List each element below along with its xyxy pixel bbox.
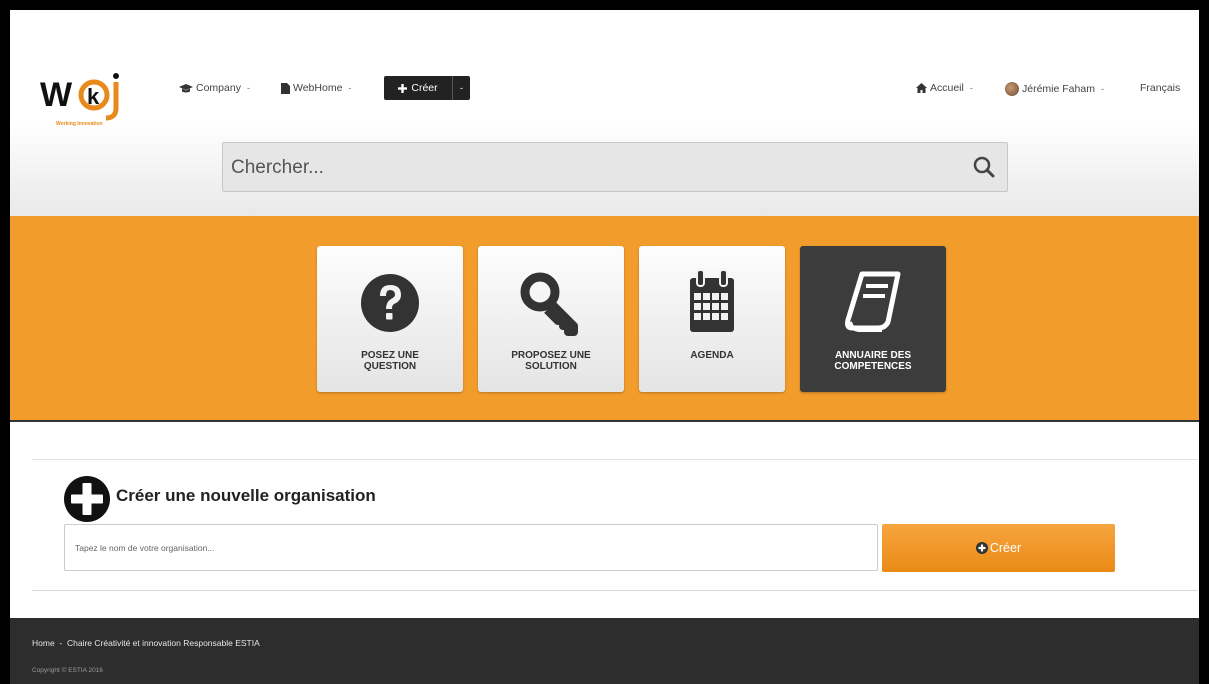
plus-circle-icon — [64, 476, 110, 522]
search-icon[interactable] — [973, 156, 995, 178]
avatar — [1005, 82, 1019, 96]
breadcrumb: Home - Chaire Créativité et innovation R… — [32, 638, 260, 648]
nav-user-label: Jérémie Faham — [1022, 83, 1095, 95]
tile-agenda[interactable]: AGENDA — [639, 246, 785, 392]
tile-skills-directory[interactable]: ANNUAIRE DES COMPETENCES — [800, 246, 946, 392]
tile-skills-directory-label: ANNUAIRE DES COMPETENCES — [834, 350, 912, 372]
search-input[interactable] — [231, 153, 931, 183]
search-box — [222, 142, 1008, 192]
create-button-label: Créer — [411, 82, 438, 94]
create-organisation-label: Créer — [989, 541, 1022, 555]
create-dropdown-toggle[interactable]: - — [452, 76, 470, 100]
file-icon — [281, 82, 290, 94]
plus-icon — [398, 83, 408, 93]
header: W k Working Innovation Company - WebHome… — [10, 10, 1199, 216]
caret-down-icon: - — [1100, 84, 1104, 94]
tile-agenda-label: AGENDA — [690, 350, 734, 361]
plus-circle-icon — [975, 542, 988, 554]
svg-text:W: W — [40, 76, 73, 114]
nav-language-label: Français — [1140, 82, 1181, 94]
book-icon — [845, 271, 901, 332]
graduation-cap-icon — [179, 83, 193, 92]
organisation-name-input[interactable] — [64, 524, 878, 571]
create-dropdown-button[interactable]: Créer - — [384, 76, 470, 100]
tile-propose-solution[interactable]: PROPOSEZ UNE SOLUTION — [478, 246, 624, 392]
logo-subtitle: Working Innovation — [56, 121, 103, 127]
nav-home[interactable]: Accueil - — [916, 82, 973, 94]
divider — [32, 459, 1198, 460]
home-icon — [916, 83, 927, 93]
caret-down-icon: - — [460, 83, 463, 93]
quick-actions-band: POSEZ UNE QUESTION PROPOSEZ UNE SOLUTION — [10, 216, 1199, 422]
nav-company-label: Company — [196, 82, 241, 94]
breadcrumb-home[interactable]: Home — [32, 638, 55, 648]
create-organisation-button[interactable]: Créer — [882, 524, 1115, 572]
nav-language[interactable]: Français — [1140, 82, 1180, 94]
calendar-icon — [690, 269, 734, 332]
tile-ask-question[interactable]: POSEZ UNE QUESTION — [317, 246, 463, 392]
tile-propose-solution-label: PROPOSEZ UNE SOLUTION — [511, 350, 591, 372]
nav-user[interactable]: Jérémie Faham - — [1005, 82, 1104, 96]
nav-home-label: Accueil — [930, 82, 964, 94]
nav-company[interactable]: Company - — [179, 82, 250, 94]
page: W k Working Innovation Company - WebHome… — [10, 10, 1199, 684]
footer: Home - Chaire Créativité et innovation R… — [10, 618, 1199, 684]
breadcrumb-current[interactable]: Chaire Créativité et innovation Responsa… — [67, 638, 260, 648]
section-title: Créer une nouvelle organisation — [116, 486, 376, 505]
copyright: Copyright © ESTIA 2016 — [32, 667, 103, 674]
breadcrumb-separator: - — [59, 638, 63, 648]
caret-down-icon: - — [348, 83, 352, 93]
divider — [32, 590, 1198, 591]
svg-text:k: k — [87, 84, 100, 109]
caret-down-icon: - — [246, 83, 250, 93]
question-circle-icon — [361, 274, 419, 332]
create-button[interactable]: Créer — [384, 76, 452, 100]
caret-down-icon: - — [969, 83, 973, 93]
nav-webhome-label: WebHome — [293, 82, 343, 94]
site-logo[interactable]: W k Working Innovation — [38, 68, 148, 132]
tile-ask-question-label: POSEZ UNE QUESTION — [361, 350, 419, 372]
key-icon — [520, 272, 578, 336]
nav-webhome[interactable]: WebHome - — [281, 82, 351, 94]
